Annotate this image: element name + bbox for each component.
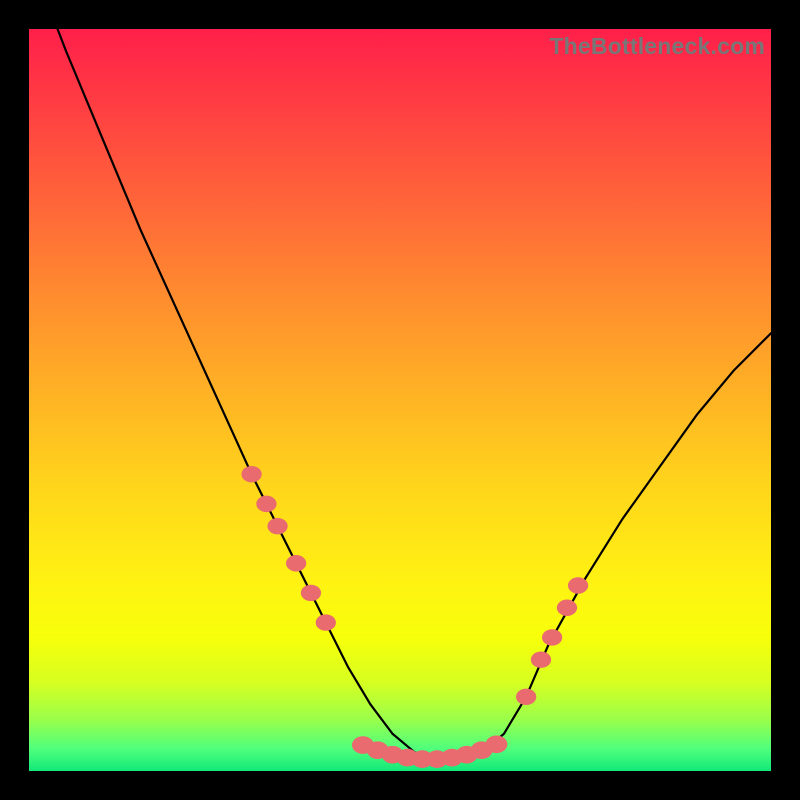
marker-layer [241, 466, 588, 768]
chart-frame: TheBottleneck.com [0, 0, 800, 800]
bottleneck-curve [29, 29, 771, 760]
plot-area: TheBottleneck.com [29, 29, 771, 771]
curve-marker [267, 518, 287, 534]
curve-marker [316, 614, 336, 630]
curve-marker [286, 555, 306, 571]
curve-marker [486, 735, 508, 753]
chart-svg [29, 29, 771, 771]
curve-marker [568, 577, 588, 593]
curve-marker [256, 496, 276, 512]
curve-marker [557, 600, 577, 616]
curve-marker [542, 629, 562, 645]
curve-marker [516, 689, 536, 705]
curve-marker [241, 466, 261, 482]
curve-marker [531, 652, 551, 668]
curve-marker [301, 585, 321, 601]
